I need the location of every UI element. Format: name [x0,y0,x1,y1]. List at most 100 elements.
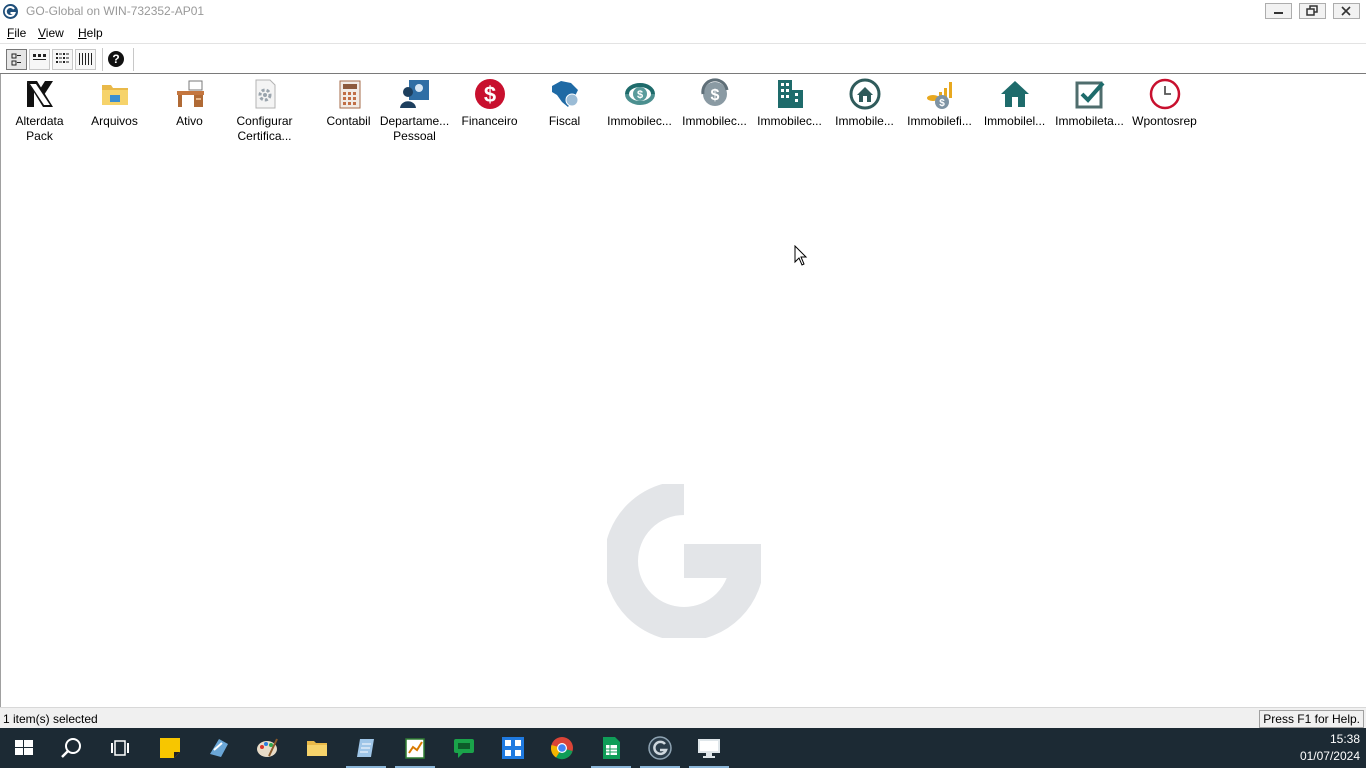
app-item[interactable]: Wpontosrep [1127,78,1202,129]
title-bar: GO-Global on WIN-732352-AP01 [0,0,1366,24]
mouse-cursor-icon [794,245,808,266]
search-icon [61,738,81,758]
app-item[interactable]: Immobilec... [752,78,827,129]
taskbar-paint[interactable] [243,728,291,768]
person-card-icon [399,80,429,108]
toolbar-separator [102,48,103,71]
grid-app-icon [502,737,524,759]
go-global-icon [3,4,18,19]
app-item[interactable]: Configurar Certifica... [227,78,302,144]
taskbar-remote-desktop[interactable] [685,728,733,768]
taskbar-sticky-notes[interactable] [146,728,194,768]
window-title: GO-Global on WIN-732352-AP01 [26,4,205,18]
large-icons-view-button[interactable] [6,49,27,70]
taskbar-app-2[interactable] [195,728,243,768]
alterdata-icon [26,81,53,107]
taskbar-file-explorer[interactable] [293,728,341,768]
small-icons-view-button[interactable] [29,49,50,70]
app-item[interactable]: Immobilel... [977,78,1052,129]
windows-icon [15,740,33,755]
spreadsheet-icon [603,737,620,759]
menu-help[interactable]: Help [78,25,103,41]
application-list: Alterdata Pack Arquivos Ativo Configurar… [0,74,1366,707]
sticky-notes-icon [160,738,180,758]
app-item[interactable]: $ Immobilefi... [902,78,977,129]
task-view-button[interactable] [96,728,144,768]
taskbar-spreadsheet[interactable] [587,728,635,768]
menu-file[interactable]: File [7,25,26,41]
app-item[interactable]: Immobileta... [1052,78,1127,129]
house-circle-icon [849,78,880,110]
money-cycle-icon: $ [624,83,655,105]
close-icon [1341,6,1351,16]
notepad-icon [357,739,374,757]
list-view-icon [56,53,69,63]
checkbox-icon [1075,81,1104,109]
list-view-button[interactable] [52,49,73,70]
app-item[interactable]: Alterdata Pack [2,78,77,144]
large-icons-view-icon [11,53,21,66]
app-item[interactable]: Ativo [152,78,227,129]
folder-icon [101,85,128,105]
calculator-icon [339,80,360,109]
menu-bar: File View Help [0,23,1366,43]
toolbar: ? [0,43,1366,74]
buildings-icon [777,80,803,108]
selection-status: 1 item(s) selected [3,712,98,726]
help-icon: ? [108,51,124,67]
gear-document-icon [255,79,275,109]
chrome-icon [550,737,573,760]
svg-text:$: $ [636,89,642,101]
brazil-map-icon [551,81,578,107]
bird-app-icon [210,739,228,757]
start-button[interactable] [0,728,48,768]
app-item[interactable]: $ Immobilec... [677,78,752,129]
taskbar-app-notepad[interactable] [342,728,390,768]
taskbar-chrome[interactable] [538,728,586,768]
go-global-watermark-icon [607,484,761,638]
app-item[interactable]: Contabil [311,78,386,129]
taskbar-app-grid[interactable] [489,728,537,768]
help-hint: Press F1 for Help. [1259,710,1364,728]
go-global-icon [648,736,672,760]
app-item[interactable]: Immobile... [827,78,902,129]
app-item[interactable]: Fiscal [527,78,602,129]
close-button[interactable] [1333,3,1360,19]
clock-time: 15:38 [1329,732,1360,746]
taskbar: 15:38 01/07/2024 [0,728,1366,768]
app-item[interactable]: Departame... Pessoal [377,78,452,144]
clock-icon [1149,78,1180,110]
monitor-icon [698,739,720,758]
details-view-button[interactable] [75,49,96,70]
restore-button[interactable] [1299,3,1326,19]
restore-icon [1306,5,1318,16]
status-bar: 1 item(s) selected Press F1 for Help. [0,707,1366,728]
svg-text:$: $ [939,98,945,109]
svg-text:$: $ [483,82,495,107]
taskbar-go-global[interactable] [636,728,684,768]
menu-view[interactable]: View [38,25,64,41]
paint-palette-icon [257,738,278,757]
chat-icon [454,739,474,758]
taskbar-app-chat[interactable] [440,728,488,768]
svg-text:$: $ [710,87,719,104]
system-clock[interactable]: 15:38 01/07/2024 [1300,731,1360,765]
details-view-icon [79,53,92,65]
report-icon [405,738,425,759]
toolbar-separator [133,48,134,71]
app-item[interactable]: $ Immobilec... [602,78,677,129]
small-icons-view-icon [33,54,46,60]
dollar-icon: $ [474,79,505,109]
minimize-icon [1274,12,1283,14]
svg-text:?: ? [112,52,119,66]
minimize-button[interactable] [1265,3,1292,19]
taskbar-app-report[interactable] [391,728,439,768]
money-cycle-gray-icon: $ [700,78,728,106]
search-button[interactable] [48,728,96,768]
folder-icon [307,741,327,756]
help-button[interactable]: ? [106,49,127,70]
app-item[interactable]: $ Financeiro [452,78,527,129]
app-item[interactable]: Arquivos [77,78,152,129]
coins-chart-icon: $ [926,82,952,109]
clock-date: 01/07/2024 [1299,749,1360,763]
